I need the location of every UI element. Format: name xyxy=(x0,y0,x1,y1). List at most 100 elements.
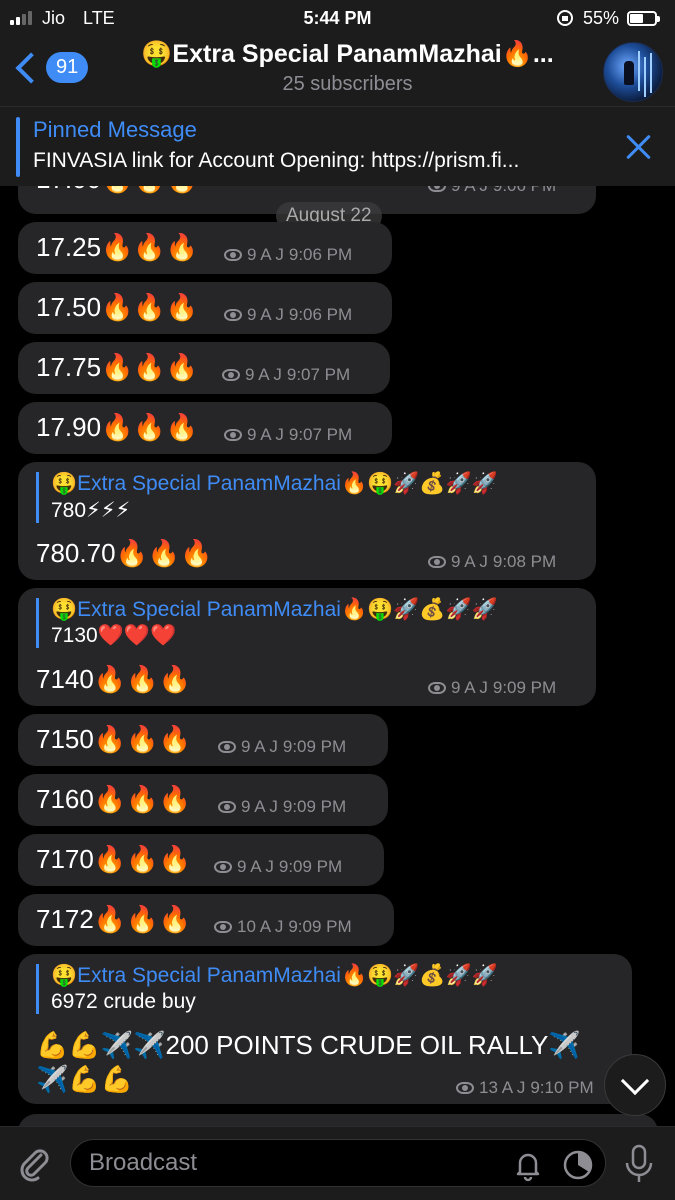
network-label: LTE xyxy=(83,7,115,28)
microphone-icon[interactable] xyxy=(620,1143,658,1185)
message-meta: 9 A J 9:06 PM xyxy=(428,186,556,196)
eye-icon xyxy=(218,801,236,813)
message-bubble[interactable]: 🤑Extra Special PanamMazhai🔥🤑🚀💰🚀🚀 7130❤️❤… xyxy=(18,588,596,706)
message-time: 9:06 PM xyxy=(288,245,353,264)
eye-icon xyxy=(218,741,236,753)
view-count: 9 A J xyxy=(247,305,284,324)
view-count: 9 A J xyxy=(247,245,284,264)
view-count: 9 A J xyxy=(451,186,488,196)
message-meta: 9 A J9:06 PM xyxy=(224,305,352,325)
reply-text: 7130❤️❤️❤️ xyxy=(51,624,177,647)
message-text: 17.75🔥🔥🔥 xyxy=(36,352,199,382)
timer-icon[interactable] xyxy=(561,1148,595,1182)
message-input-wrap[interactable] xyxy=(70,1139,606,1187)
back-button[interactable]: 91 xyxy=(12,51,89,84)
eye-icon xyxy=(428,556,446,568)
message-text: 17.25🔥🔥🔥 xyxy=(36,232,199,262)
message-meta: 9 A J 9:09 PM xyxy=(428,678,556,698)
attach-icon[interactable] xyxy=(14,1143,54,1183)
message-text: 17.00🔥🔥🔥 xyxy=(36,186,198,195)
reply-preview[interactable]: 🤑Extra Special PanamMazhai🔥🤑🚀💰🚀🚀 780⚡⚡⚡ xyxy=(36,472,498,523)
message-text: 17.90🔥🔥🔥 xyxy=(36,412,199,442)
channel-info[interactable]: 🤑Extra Special PanamMazhai🔥... 25 subscr… xyxy=(110,40,585,96)
message-text: 780.70🔥🔥🔥 xyxy=(36,538,213,568)
eye-icon xyxy=(222,369,240,381)
chat-header: 91 🤑Extra Special PanamMazhai🔥... 25 sub… xyxy=(0,36,675,106)
status-left: Jio LTE xyxy=(10,8,115,29)
chevron-down-icon xyxy=(620,1066,650,1096)
message-meta: 9 A J 9:09 PM xyxy=(218,737,346,757)
pinned-title: Pinned Message xyxy=(33,117,197,142)
message-bubble[interactable]: 7160🔥🔥🔥 9 A J 9:09 PM xyxy=(18,774,388,826)
orientation-lock-icon xyxy=(556,10,573,26)
signal-icon xyxy=(10,11,32,25)
close-icon[interactable] xyxy=(625,133,653,161)
message-bubble[interactable]: 17.90🔥🔥🔥 9 A J 9:07 PM xyxy=(18,402,392,454)
view-count: 9 A J xyxy=(451,552,488,571)
composer-bar xyxy=(0,1126,675,1200)
message-meta: 9 A J 9:08 PM xyxy=(428,552,556,572)
message-time: 9:09 PM xyxy=(492,678,557,697)
eye-icon xyxy=(224,309,242,321)
bell-icon[interactable] xyxy=(511,1148,545,1182)
eye-icon xyxy=(428,186,446,192)
eye-icon xyxy=(428,682,446,694)
pinned-indicator xyxy=(16,117,20,177)
message-meta: 13 A J 9:10 PM xyxy=(456,1078,594,1098)
battery-icon xyxy=(627,10,660,26)
message-bubble[interactable]: 17.75🔥🔥🔥 9 A J 9:07 PM xyxy=(18,342,390,394)
message-text-line2: ✈️💪💪 xyxy=(36,1064,134,1094)
message-meta: 9 A J 9:09 PM xyxy=(214,857,342,877)
view-count: 9 A J xyxy=(241,737,278,756)
message-meta: 9 A J9:06 PM xyxy=(224,245,352,265)
pinned-text: FINVASIA link for Account Opening: https… xyxy=(33,149,520,172)
message-bubble[interactable]: 7170🔥🔥🔥 9 A J 9:09 PM xyxy=(18,834,384,886)
view-count: 9 A J xyxy=(237,857,274,876)
channel-avatar[interactable] xyxy=(603,42,663,102)
reply-author: 🤑Extra Special PanamMazhai🔥🤑🚀💰🚀🚀 xyxy=(51,964,498,987)
message-bubble[interactable]: 7172🔥🔥🔥 10 A J 9:09 PM xyxy=(18,894,394,946)
message-meta: 9 A J 9:07 PM xyxy=(224,425,352,445)
message-bubble[interactable]: 17.50🔥🔥🔥 9 A J 9:06 PM xyxy=(18,282,392,334)
message-time: 9:09 PM xyxy=(278,857,343,876)
message-bubble[interactable]: 7150🔥🔥🔥 9 A J 9:09 PM xyxy=(18,714,388,766)
message-text: 💪💪✈️✈️200 POINTS CRUDE OIL RALLY✈️ xyxy=(36,1030,581,1060)
unread-badge: 91 xyxy=(46,52,89,83)
eye-icon xyxy=(224,249,242,261)
message-bubble[interactable]: 17.25🔥🔥🔥 9 A J 9:06 PM xyxy=(18,222,392,274)
view-count: 9 A J xyxy=(245,365,282,384)
message-bubble-partial[interactable] xyxy=(18,1114,658,1126)
reply-author: 🤑Extra Special PanamMazhai🔥🤑🚀💰🚀🚀 xyxy=(51,598,498,621)
scroll-down-button[interactable] xyxy=(604,1054,666,1116)
pinned-message[interactable]: Pinned Message FINVASIA link for Account… xyxy=(0,106,675,186)
eye-icon xyxy=(214,861,232,873)
reply-preview[interactable]: 🤑Extra Special PanamMazhai🔥🤑🚀💰🚀🚀 7130❤️❤… xyxy=(36,598,498,648)
message-time: 9:07 PM xyxy=(286,365,351,384)
status-bar: Jio LTE 5:44 PM 55% xyxy=(0,0,675,36)
channel-title: 🤑Extra Special PanamMazhai🔥... xyxy=(141,40,554,68)
subscriber-count: 25 subscribers xyxy=(282,73,413,95)
reply-author: 🤑Extra Special PanamMazhai🔥🤑🚀💰🚀🚀 xyxy=(51,472,498,495)
view-count: 13 A J xyxy=(479,1078,526,1097)
message-text: 7172🔥🔥🔥 xyxy=(36,904,191,934)
eye-icon xyxy=(214,921,232,933)
view-count: 9 A J xyxy=(247,425,284,444)
reply-text: 6972 crude buy xyxy=(51,990,196,1013)
message-bubble[interactable]: 🤑Extra Special PanamMazhai🔥🤑🚀💰🚀🚀 780⚡⚡⚡ … xyxy=(18,462,596,580)
message-time: 9:10 PM xyxy=(530,1078,594,1097)
message-text: 7160🔥🔥🔥 xyxy=(36,784,191,814)
message-time: 9:09 PM xyxy=(288,917,352,936)
message-time: 9:06 PM xyxy=(288,305,353,324)
message-bubble[interactable]: 🤑Extra Special PanamMazhai🔥🤑🚀💰🚀🚀 6972 cr… xyxy=(18,954,632,1104)
reply-preview[interactable]: 🤑Extra Special PanamMazhai🔥🤑🚀💰🚀🚀 6972 cr… xyxy=(36,964,498,1014)
message-time: 9:09 PM xyxy=(282,737,347,756)
view-count: 9 A J xyxy=(241,797,278,816)
broadcast-input[interactable] xyxy=(89,1146,489,1180)
message-time: 9:06 PM xyxy=(493,186,556,196)
carrier-label: Jio xyxy=(42,7,66,28)
message-text: 7170🔥🔥🔥 xyxy=(36,844,191,874)
message-meta: 10 A J 9:09 PM xyxy=(214,917,352,937)
message-feed[interactable]: 17.00🔥🔥🔥 9 A J9:06 PM August 22 17.25🔥🔥🔥… xyxy=(0,186,675,1126)
message-meta: 9 A J 9:07 PM xyxy=(222,365,350,385)
message-time: 9:07 PM xyxy=(288,425,353,444)
